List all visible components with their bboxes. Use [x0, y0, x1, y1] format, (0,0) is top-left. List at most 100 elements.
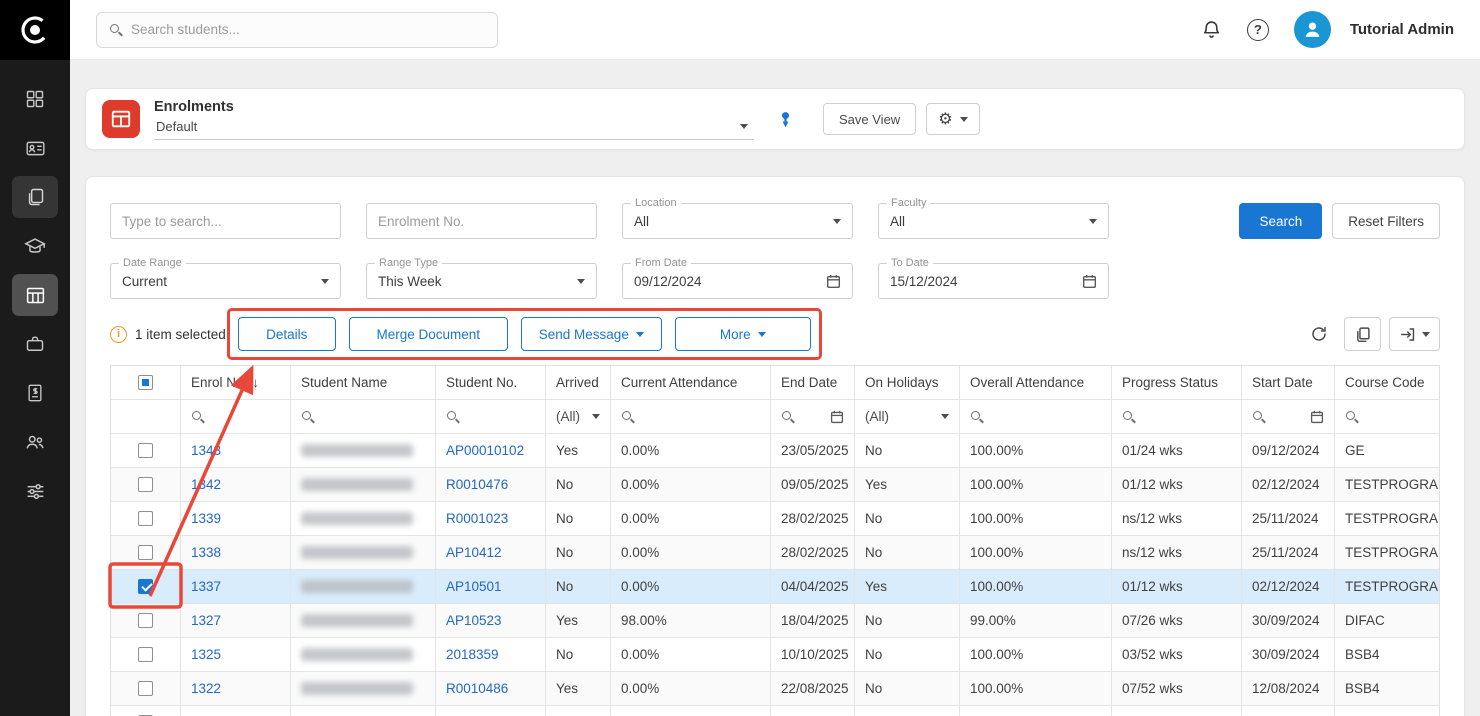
filter-student-no[interactable] [436, 400, 546, 434]
table-row[interactable]: 1325 2018359 No 0.00% 10/10/2025 No 100.… [111, 638, 1439, 672]
enrol-no-link[interactable]: 1325 [191, 647, 221, 662]
enrol-no-link[interactable]: 1339 [191, 511, 221, 526]
pin-view-button[interactable] [778, 111, 793, 128]
col-header-current-attendance[interactable]: Current Attendance [611, 366, 771, 400]
sidebar-item-dashboard[interactable] [12, 78, 58, 120]
enrol-no-link[interactable]: 1337 [191, 579, 221, 594]
send-message-button[interactable]: Send Message [521, 317, 662, 351]
details-button[interactable]: Details [238, 317, 336, 351]
col-header-arrived[interactable]: Arrived [546, 366, 611, 400]
row-checkbox[interactable] [138, 477, 153, 492]
student-no-link[interactable]: AP00010102 [446, 443, 524, 458]
row-checkbox[interactable] [138, 511, 153, 526]
student-no-link[interactable]: AP10523 [446, 613, 502, 628]
help-button[interactable]: ? [1247, 19, 1269, 41]
sidebar-item-settings[interactable] [12, 470, 58, 512]
keyword-filter-input[interactable] [122, 214, 329, 229]
more-button[interactable]: More [675, 317, 811, 351]
filter-arrived[interactable]: (All) [546, 400, 611, 434]
table-row[interactable]: 1343 AP00010102 Yes 0.00% 23/05/2025 No … [111, 434, 1439, 468]
table-row[interactable]: 1339 R0001023 No 0.00% 28/02/2025 No 100… [111, 502, 1439, 536]
sidebar-item-courses[interactable] [12, 225, 58, 267]
col-header-on-holidays[interactable]: On Holidays [855, 366, 960, 400]
enrol-no-link[interactable]: 1322 [191, 681, 221, 696]
enrol-no-link[interactable]: 1342 [191, 477, 221, 492]
merge-document-button[interactable]: Merge Document [349, 317, 508, 351]
student-search-input[interactable] [131, 22, 485, 37]
filter-enrol-no[interactable] [181, 400, 291, 434]
range-type-filter[interactable]: Range Type This Week [366, 263, 597, 299]
export-button[interactable] [1389, 317, 1440, 351]
keyword-filter[interactable] [110, 203, 341, 239]
calendar-icon[interactable] [1310, 410, 1324, 424]
refresh-button[interactable] [1302, 317, 1336, 351]
filter-on-holidays[interactable]: (All) [855, 400, 960, 434]
notifications-button[interactable] [1201, 19, 1222, 40]
col-header-start-date[interactable]: Start Date [1242, 366, 1335, 400]
calendar-icon[interactable] [1082, 274, 1097, 289]
filter-current-attendance[interactable] [611, 400, 771, 434]
save-view-button[interactable]: Save View [823, 103, 916, 135]
col-header-enrol-no[interactable]: Enrol No. ↓ [181, 366, 291, 400]
copy-grid-button[interactable] [1344, 317, 1381, 351]
enrol-no-link[interactable]: 1338 [191, 545, 221, 560]
table-row[interactable]: 1338 AP10412 No 0.00% 28/02/2025 No 100.… [111, 536, 1439, 570]
avatar[interactable] [1294, 11, 1331, 48]
sidebar-item-students[interactable] [12, 127, 58, 169]
sidebar-item-invoices[interactable] [12, 372, 58, 414]
filter-end-date[interactable] [771, 400, 855, 434]
student-no-link[interactable]: AP10412 [446, 545, 502, 560]
faculty-filter[interactable]: Faculty All [878, 203, 1109, 239]
row-checkbox[interactable] [138, 681, 153, 696]
filter-progress-status[interactable] [1112, 400, 1242, 434]
col-header-student-name[interactable]: Student Name [291, 366, 436, 400]
table-row[interactable]: 1327 AP10523 Yes 98.00% 18/04/2025 No 99… [111, 604, 1439, 638]
table-row[interactable]: 1337 AP10501 No 0.00% 04/04/2025 Yes 100… [111, 570, 1439, 604]
student-no-link[interactable]: R0010476 [446, 477, 508, 492]
table-row[interactable]: 1322 R0010486 Yes 0.00% 22/08/2025 No 10… [111, 672, 1439, 706]
sidebar-item-enrolments[interactable] [12, 274, 58, 316]
search-button[interactable]: Search [1239, 203, 1322, 239]
sidebar-item-documents[interactable] [12, 176, 58, 218]
row-checkbox[interactable] [138, 443, 153, 458]
date-range-filter[interactable]: Date Range Current [110, 263, 341, 299]
table-row[interactable] [111, 706, 1439, 716]
enrol-no-link[interactable]: 1343 [191, 443, 221, 458]
row-checkbox[interactable] [138, 579, 153, 594]
enrol-no-link[interactable]: 1327 [191, 613, 221, 628]
to-date-filter[interactable]: To Date 15/12/2024 [878, 263, 1109, 299]
sidebar [0, 0, 70, 716]
enrolment-no-filter-input[interactable] [378, 214, 585, 229]
calendar-icon[interactable] [830, 410, 844, 424]
select-all-checkbox[interactable] [138, 375, 153, 390]
from-date-filter[interactable]: From Date 09/12/2024 [622, 263, 853, 299]
cell-overall-attendance: 100.00% [960, 434, 1112, 468]
sidebar-item-agents[interactable] [12, 421, 58, 463]
enrolment-no-filter[interactable] [366, 203, 597, 239]
app-logo[interactable] [0, 0, 70, 60]
view-settings-button[interactable]: ⚙ [926, 103, 979, 135]
reset-filters-button[interactable]: Reset Filters [1332, 203, 1440, 239]
calendar-icon[interactable] [826, 274, 841, 289]
student-no-link[interactable]: R0001023 [446, 511, 508, 526]
table-row[interactable]: 1342 R0010476 No 0.00% 09/05/2025 Yes 10… [111, 468, 1439, 502]
student-no-link[interactable]: 2018359 [446, 647, 499, 662]
col-header-student-no[interactable]: Student No. [436, 366, 546, 400]
row-checkbox[interactable] [138, 613, 153, 628]
col-header-overall-attendance[interactable]: Overall Attendance [960, 366, 1112, 400]
filter-course-code[interactable] [1335, 400, 1439, 434]
row-checkbox[interactable] [138, 545, 153, 560]
student-search[interactable] [96, 12, 498, 48]
col-header-course-code[interactable]: Course Code [1335, 366, 1439, 400]
location-filter[interactable]: Location All [622, 203, 853, 239]
student-no-link[interactable]: AP10501 [446, 579, 502, 594]
sidebar-item-services[interactable] [12, 323, 58, 365]
col-header-progress-status[interactable]: Progress Status [1112, 366, 1242, 400]
student-no-link[interactable]: R0010486 [446, 681, 508, 696]
filter-student-name[interactable] [291, 400, 436, 434]
filter-overall-attendance[interactable] [960, 400, 1112, 434]
view-selector[interactable]: Default [154, 118, 754, 140]
col-header-end-date[interactable]: End Date [771, 366, 855, 400]
row-checkbox[interactable] [138, 647, 153, 662]
filter-start-date[interactable] [1242, 400, 1335, 434]
